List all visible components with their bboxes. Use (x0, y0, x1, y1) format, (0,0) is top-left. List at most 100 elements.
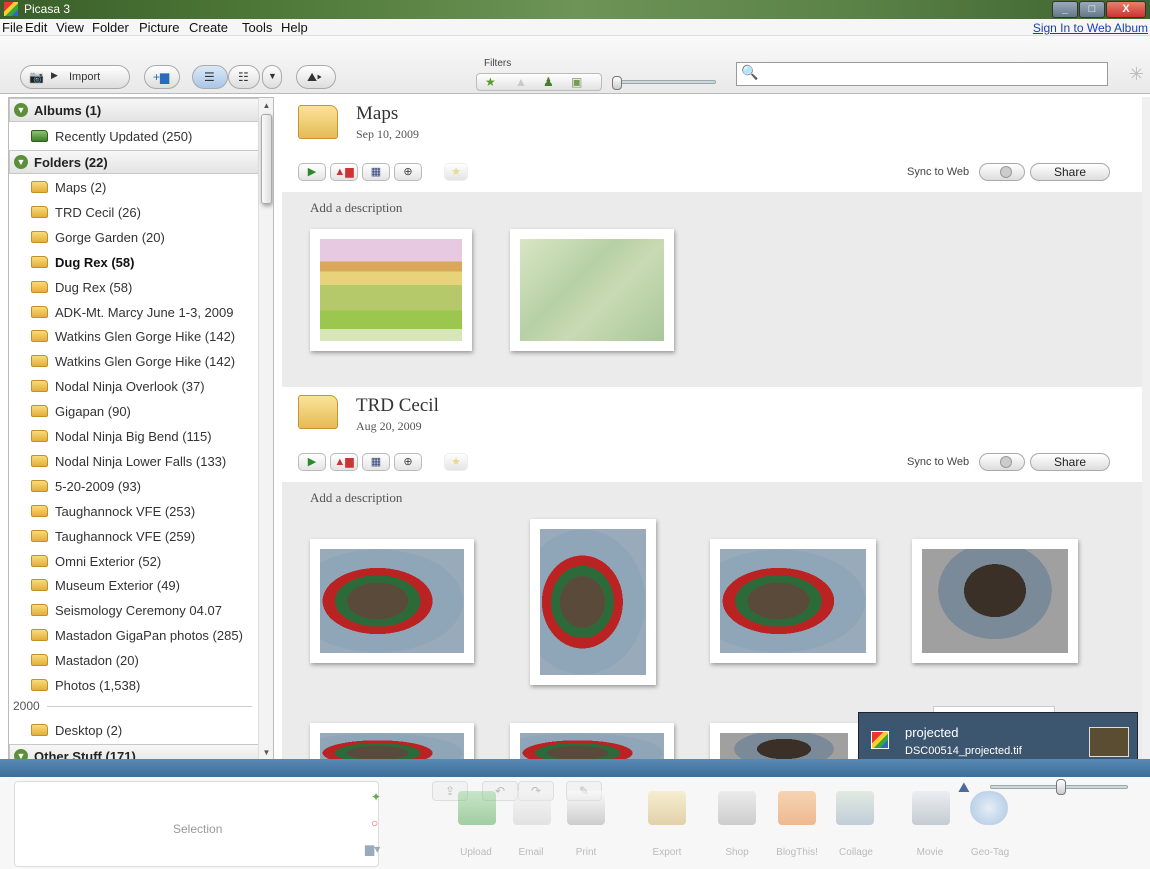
folder-label: Taughannock VFE (259) (55, 528, 196, 544)
menu-tools[interactable]: Tools (242, 20, 272, 35)
folder-item[interactable]: Seismology Ceremony 04.07 (9, 598, 259, 623)
folder-item[interactable]: Photos (1,538) (9, 673, 259, 698)
menu-picture[interactable]: Picture (139, 20, 179, 35)
folder-item[interactable]: Gigapan (90) (9, 399, 259, 424)
folder-item[interactable]: 5-20-2009 (93) (9, 474, 259, 499)
geotag-button[interactable]: ⊕ (394, 163, 422, 181)
collage-button[interactable]: ▦ (362, 163, 390, 181)
star-icon[interactable]: ★ (444, 453, 468, 471)
folder-item[interactable]: Dug Rex (58) (9, 275, 259, 300)
shop-icon[interactable] (718, 791, 756, 825)
add-description-field[interactable]: Add a description (310, 200, 402, 216)
albums-header[interactable]: ▼ Albums (1) (9, 98, 259, 122)
folder-item[interactable]: Watkins Glen Gorge Hike (142) (9, 324, 259, 349)
menu-folder[interactable]: Folder (92, 20, 129, 35)
menu-file[interactable]: File (2, 20, 23, 35)
maximize-button[interactable]: □ (1079, 1, 1105, 18)
folder-item[interactable]: Dug Rex (58) (9, 250, 259, 275)
photo-thumbnail[interactable] (310, 229, 472, 351)
star-filter-icon[interactable]: ★ (485, 75, 496, 89)
star-icon[interactable]: ★ (444, 163, 468, 181)
search-input[interactable] (761, 65, 1101, 83)
sync-label: Sync to Web (907, 456, 970, 468)
folder-item[interactable]: Museum Exterior (49) (9, 573, 259, 598)
minimize-button[interactable]: _ (1052, 1, 1078, 18)
geotag-filter-icon[interactable]: ▣ (571, 75, 582, 89)
scroll-down-icon[interactable]: ▼ (261, 746, 272, 759)
hold-icon[interactable]: ✦ (371, 790, 381, 804)
folder-item[interactable]: Taughannock VFE (259) (9, 524, 259, 549)
export-icon[interactable] (648, 791, 686, 825)
scrollbar-thumb[interactable] (261, 114, 272, 204)
upload-web-button[interactable]: ▲▆ (330, 163, 358, 181)
folder-item[interactable]: Nodal Ninja Big Bend (115) (9, 424, 259, 449)
folder-item[interactable]: Watkins Glen Gorge Hike (142) (9, 349, 259, 374)
folder-label: Gigapan (90) (55, 404, 131, 420)
folder-label: Watkins Glen Gorge Hike (142) (55, 329, 236, 345)
folder-label: ADK-Mt. Marcy June 1-3, 2009 (55, 304, 234, 320)
filter-slider-track[interactable] (616, 80, 716, 84)
share-button[interactable]: Share (1030, 163, 1110, 181)
main-scrollbar[interactable] (1142, 97, 1150, 761)
photo-thumbnail[interactable] (530, 519, 656, 685)
folder-label: Dug Rex (58) (55, 279, 133, 295)
photo-thumbnail[interactable] (510, 229, 674, 351)
blogthis-icon[interactable] (778, 791, 816, 825)
photo-thumbnail[interactable] (510, 723, 674, 761)
photo-thumbnail[interactable] (310, 539, 474, 663)
folder-item[interactable]: Mastadon GigaPan photos (285) (9, 623, 259, 648)
collage-button[interactable]: ▦ (362, 453, 390, 471)
sign-in-link[interactable]: Sign In to Web Album (1033, 21, 1148, 35)
movie-icon[interactable] (912, 791, 950, 825)
menu-view[interactable]: View (56, 20, 84, 35)
folders-header[interactable]: ▼ Folders (22) (9, 150, 259, 174)
slideshow-button[interactable]: ⛰▸ (296, 65, 336, 89)
photo-tray: Selection ✦ ○ ▆▾ ⇪ ↶ ↷ ✎ Upload Email Pr… (0, 777, 1150, 869)
sidebar-scrollbar[interactable]: ▲ ▼ (258, 98, 273, 760)
menu-edit[interactable]: Edit (25, 20, 47, 35)
folder-item[interactable]: Mastadon (20) (9, 648, 259, 673)
play-slideshow-button[interactable]: ▶ (298, 163, 326, 181)
share-button[interactable]: Share (1030, 453, 1110, 471)
folder-item-desktop[interactable]: Desktop (2) (9, 718, 259, 743)
view-options-dropdown[interactable]: ▼ (262, 65, 282, 89)
video-filter-icon[interactable]: ▲ (515, 75, 527, 89)
geo-tag-icon[interactable] (970, 791, 1008, 825)
sync-toggle[interactable] (979, 453, 1025, 471)
folder-item[interactable]: Nodal Ninja Lower Falls (133) (9, 449, 259, 474)
clear-selection-icon[interactable]: ○ (371, 816, 378, 830)
face-filter-icon[interactable]: ♟ (543, 75, 554, 89)
filter-slider-knob[interactable] (612, 76, 622, 90)
photo-thumbnail[interactable] (310, 723, 474, 761)
folder-item[interactable]: Gorge Garden (20) (9, 225, 259, 250)
play-slideshow-button[interactable]: ▶ (298, 453, 326, 471)
photo-thumbnail[interactable] (710, 723, 858, 761)
folder-item[interactable]: Nodal Ninja Overlook (37) (9, 374, 259, 399)
folder-item[interactable]: Taughannock VFE (253) (9, 499, 259, 524)
add-to-album-button[interactable]: +▆ (144, 65, 180, 89)
zoom-slider-knob[interactable] (1056, 779, 1066, 795)
upload-web-button[interactable]: ▲▆ (330, 453, 358, 471)
sync-toggle[interactable] (979, 163, 1025, 181)
email-icon[interactable] (513, 791, 551, 825)
upload-icon[interactable] (458, 791, 496, 825)
folder-item[interactable]: Maps (2) (9, 175, 259, 200)
collage-icon[interactable] (836, 791, 874, 825)
geotag-button[interactable]: ⊕ (394, 453, 422, 471)
add-description-field[interactable]: Add a description (310, 490, 402, 506)
menu-create[interactable]: Create (189, 20, 228, 35)
flat-view-button[interactable]: ☰ (192, 65, 228, 89)
import-button[interactable]: 📷 ▶ Import (20, 65, 130, 89)
folder-item[interactable]: TRD Cecil (26) (9, 200, 259, 225)
tree-view-button[interactable]: ☷ (228, 65, 260, 89)
print-icon[interactable] (567, 791, 605, 825)
photo-thumbnail[interactable] (710, 539, 876, 663)
close-button[interactable]: X (1106, 1, 1146, 18)
menu-help[interactable]: Help (281, 20, 308, 35)
add-to-album-icon[interactable]: ▆▾ (365, 842, 380, 856)
album-item-recently-updated[interactable]: Recently Updated (250) (9, 124, 259, 149)
photo-thumbnail[interactable] (912, 539, 1078, 663)
folder-item[interactable]: Omni Exterior (52) (9, 549, 259, 574)
folder-item[interactable]: ADK-Mt. Marcy June 1-3, 2009 (9, 300, 259, 325)
scroll-up-icon[interactable]: ▲ (261, 99, 272, 112)
